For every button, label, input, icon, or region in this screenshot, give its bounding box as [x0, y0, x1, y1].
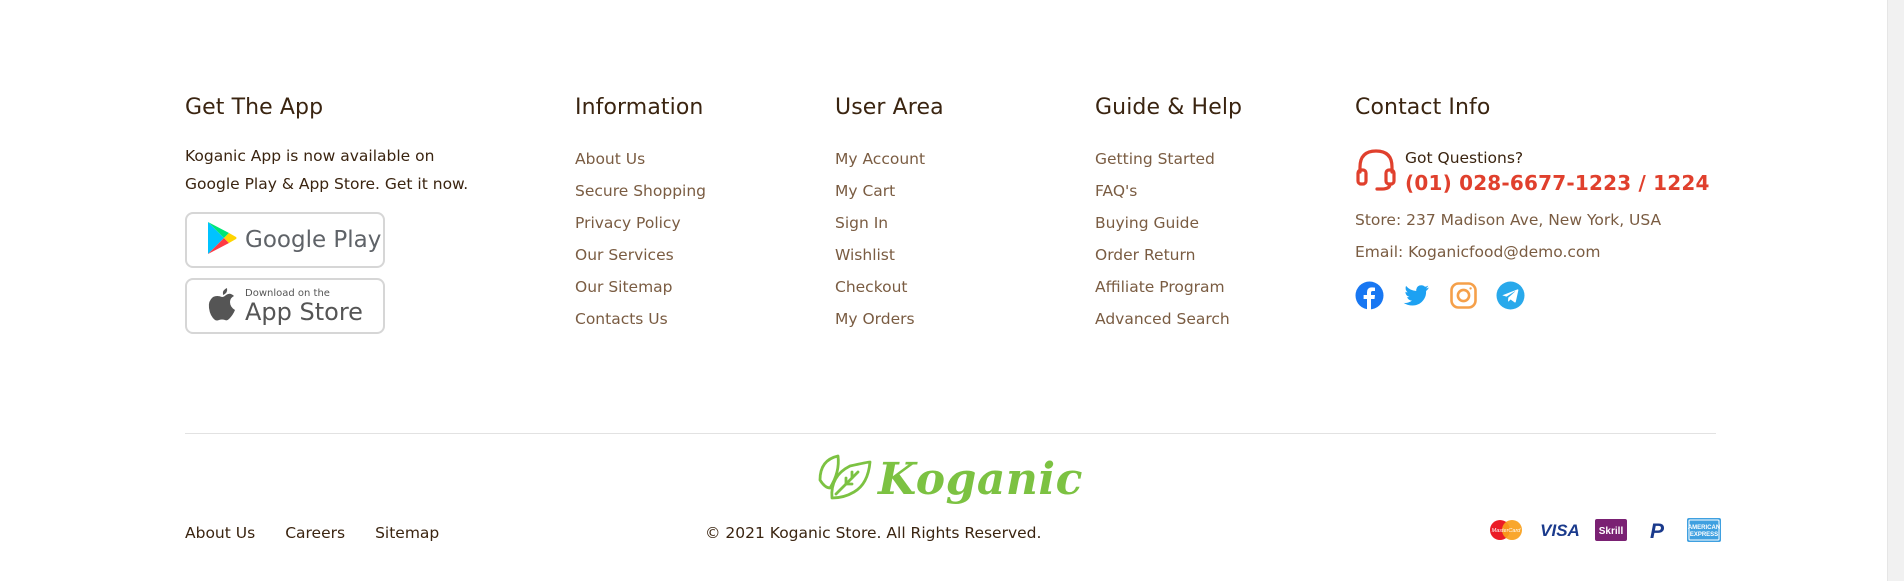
- bottom-link-about-us[interactable]: About Us: [185, 524, 255, 542]
- facebook-icon[interactable]: [1355, 281, 1384, 310]
- user-area-link-my-orders[interactable]: My Orders: [835, 308, 944, 340]
- guide-link-order-return[interactable]: Order Return: [1095, 244, 1242, 276]
- guide-help-column: Guide & Help Getting Started FAQ's Buyin…: [1095, 95, 1242, 340]
- leaf-logo-icon: [816, 452, 874, 506]
- twitter-icon[interactable]: [1402, 281, 1431, 310]
- user-area-link-sign-in[interactable]: Sign In: [835, 212, 944, 244]
- google-play-label: Google Play: [245, 227, 382, 253]
- koganic-logo[interactable]: Koganic: [816, 452, 1083, 506]
- user-area-link-my-account[interactable]: My Account: [835, 148, 944, 180]
- contact-heading: Contact Info: [1355, 95, 1491, 120]
- user-area-heading: User Area: [835, 95, 944, 120]
- headset-icon: [1355, 147, 1397, 197]
- contact-email[interactable]: Email: Koganicfood@demo.com: [1355, 243, 1710, 261]
- payment-methods: MasterCard VISA Skrill P AMERICAN EXPRES…: [1487, 518, 1721, 542]
- telegram-icon[interactable]: [1496, 281, 1525, 310]
- information-link-secure-shopping[interactable]: Secure Shopping: [575, 180, 706, 212]
- skrill-icon: Skrill: [1595, 519, 1627, 541]
- instagram-icon[interactable]: [1449, 281, 1478, 310]
- guide-link-buying-guide[interactable]: Buying Guide: [1095, 212, 1242, 244]
- information-column: Information About Us Secure Shopping Pri…: [575, 95, 706, 340]
- amex-text-line2: EXPRESS: [1690, 532, 1718, 538]
- user-area-link-wishlist[interactable]: Wishlist: [835, 244, 944, 276]
- social-links: [1355, 281, 1710, 310]
- contact-question-text: Got Questions? (01) 028-6677-1223 / 1224: [1405, 147, 1710, 197]
- mastercard-text: MasterCard: [1492, 528, 1522, 534]
- skrill-text: Skrill: [1599, 526, 1624, 537]
- bottom-link-careers[interactable]: Careers: [285, 524, 345, 542]
- information-link-our-sitemap[interactable]: Our Sitemap: [575, 276, 706, 308]
- get-app-column: Get The App Koganic App is now available…: [185, 95, 468, 334]
- bottom-link-sitemap[interactable]: Sitemap: [375, 524, 439, 542]
- information-list: About Us Secure Shopping Privacy Policy …: [575, 148, 706, 340]
- information-link-about-us[interactable]: About Us: [575, 148, 706, 180]
- app-store-text: Download on the App Store: [245, 288, 363, 325]
- guide-link-getting-started[interactable]: Getting Started: [1095, 148, 1242, 180]
- information-link-privacy-policy[interactable]: Privacy Policy: [575, 212, 706, 244]
- contact-store-address: Store: 237 Madison Ave, New York, USA: [1355, 211, 1662, 229]
- app-description-line1: Koganic App is now available on: [185, 147, 435, 165]
- user-area-list: My Account My Cart Sign In Wishlist Chec…: [835, 148, 944, 340]
- vertical-scrollbar[interactable]: [1887, 0, 1904, 581]
- apple-icon: [207, 286, 237, 326]
- footer-divider: [185, 433, 1716, 434]
- bottom-links: About Us Careers Sitemap: [185, 524, 439, 542]
- app-description: Koganic App is now available on Google P…: [185, 142, 468, 198]
- logo-text: Koganic: [878, 453, 1083, 505]
- guide-link-faqs[interactable]: FAQ's: [1095, 180, 1242, 212]
- app-store-label: App Store: [245, 297, 363, 326]
- contact-phone[interactable]: (01) 028-6677-1223 / 1224: [1405, 169, 1710, 197]
- user-area-column: User Area My Account My Cart Sign In Wis…: [835, 95, 944, 340]
- information-link-contacts-us[interactable]: Contacts Us: [575, 308, 706, 340]
- amex-text-line1: AMERICAN: [1688, 525, 1720, 531]
- visa-text: VISA: [1540, 521, 1580, 540]
- guide-help-list: Getting Started FAQ's Buying Guide Order…: [1095, 148, 1242, 340]
- guide-link-advanced-search[interactable]: Advanced Search: [1095, 308, 1242, 340]
- amex-icon: AMERICAN EXPRESS: [1687, 518, 1721, 542]
- app-store-small-label: Download on the: [245, 287, 330, 299]
- get-app-heading: Get The App: [185, 95, 324, 120]
- contact-question-block: Got Questions? (01) 028-6677-1223 / 1224: [1355, 147, 1710, 197]
- user-area-link-checkout[interactable]: Checkout: [835, 276, 944, 308]
- paypal-icon: P: [1641, 519, 1673, 541]
- guide-link-affiliate-program[interactable]: Affiliate Program: [1095, 276, 1242, 308]
- app-store-button[interactable]: Download on the App Store: [185, 278, 385, 334]
- app-description-line2: Google Play & App Store. Get it now.: [185, 175, 469, 193]
- copyright-text: © 2021 Koganic Store. All Rights Reserve…: [705, 524, 1042, 542]
- mastercard-icon: MasterCard: [1487, 518, 1525, 542]
- google-play-icon: [207, 221, 237, 259]
- contact-column: Contact Info Got Questions? (01) 028-667…: [1355, 95, 1710, 310]
- information-heading: Information: [575, 95, 704, 120]
- information-link-our-services[interactable]: Our Services: [575, 244, 706, 276]
- google-play-button[interactable]: Google Play: [185, 212, 385, 268]
- visa-icon: VISA: [1539, 520, 1581, 540]
- paypal-text: P: [1650, 520, 1665, 541]
- guide-help-heading: Guide & Help: [1095, 95, 1243, 120]
- user-area-link-my-cart[interactable]: My Cart: [835, 180, 944, 212]
- got-questions-label: Got Questions?: [1405, 149, 1524, 167]
